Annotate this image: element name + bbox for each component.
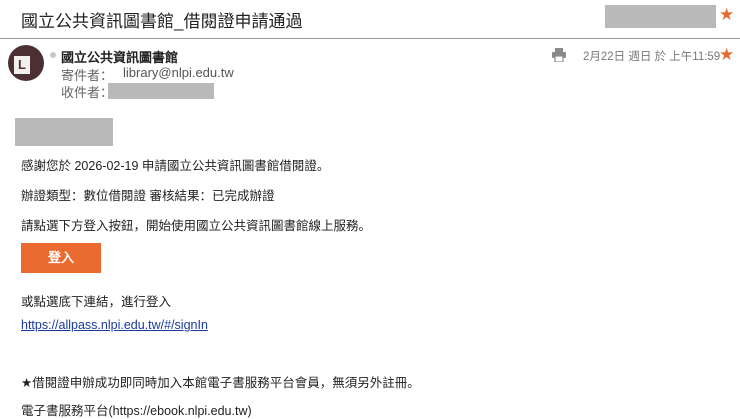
to-label: 收件者： bbox=[61, 85, 114, 100]
star-icon[interactable]: ★ bbox=[719, 46, 734, 63]
printer-icon[interactable] bbox=[551, 48, 567, 62]
body-line-instruction: 請點選下方登入按鈕，開始使用國立公共資訊圖書館線上服務。 bbox=[21, 219, 372, 233]
redacted-greeting bbox=[15, 118, 113, 146]
star-icon[interactable]: ★ bbox=[719, 6, 734, 23]
sender-status-dot bbox=[50, 52, 56, 58]
redacted-label bbox=[605, 5, 716, 28]
subject-bar: 國立公共資訊圖書館_借閱證申請通過 ★ bbox=[0, 0, 740, 39]
body-line-application: 感謝您於 2026-02-19 申請國立公共資訊圖書館借閱證。 bbox=[21, 159, 330, 173]
sender-name[interactable]: 國立公共資訊圖書館 bbox=[61, 47, 178, 66]
redacted-recipient bbox=[108, 83, 214, 99]
login-button[interactable]: 登入 bbox=[21, 243, 101, 273]
body-line-ebook-note: ★借閱證申辦成功即同時加入本館電子書服務平台會員，無須另外註冊。 bbox=[21, 376, 420, 390]
body-line-status: 辦證類型：數位借閱證 審核結果：已完成辦證 bbox=[21, 189, 275, 203]
avatar-letter: L bbox=[14, 56, 30, 74]
from-address[interactable]: library@nlpi.edu.tw bbox=[123, 65, 234, 80]
body-line-link-intro: 或點選底下連結，進行登入 bbox=[21, 295, 172, 309]
body-line-ebook-platform: 電子書服務平台(https://ebook.nlpi.edu.tw) bbox=[21, 404, 252, 418]
email-subject: 國立公共資訊圖書館_借閱證申請通過 bbox=[21, 12, 303, 31]
email-date: 2月22日 週日 於 上午11:59 bbox=[583, 51, 721, 63]
signin-link[interactable]: https://allpass.nlpi.edu.tw/#/signIn bbox=[21, 318, 208, 332]
